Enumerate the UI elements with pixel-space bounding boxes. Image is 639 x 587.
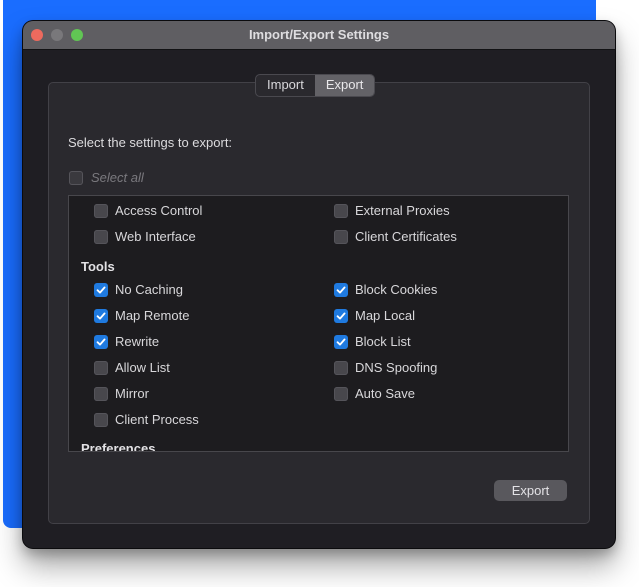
checkbox-allow-list[interactable]: Allow List (94, 360, 170, 375)
checkbox-label: Allow List (115, 360, 170, 375)
instructions-label: Select the settings to export: (68, 135, 233, 150)
checkbox-rewrite[interactable]: Rewrite (94, 334, 159, 349)
section-tools-heading: Tools (81, 259, 115, 274)
checkbox-map-remote[interactable]: Map Remote (94, 308, 189, 323)
checkbox-label: Block Cookies (355, 282, 438, 297)
checkbox-label: Access Control (115, 203, 203, 218)
checkbox-web-interface[interactable]: Web Interface (94, 229, 196, 244)
checkbox-icon (69, 170, 83, 185)
checkbox-label: Map Remote (115, 308, 190, 323)
select-all-label: Select all (91, 170, 144, 185)
checkbox-icon (94, 386, 108, 401)
checkbox-client-certificates[interactable]: Client Certificates (334, 229, 457, 244)
checkbox-block-list[interactable]: Block List (334, 334, 411, 349)
import-export-tabs: Import Export (255, 74, 376, 97)
checkbox-icon (94, 412, 108, 427)
checkbox-label: Client Process (115, 412, 199, 427)
import-export-dialog: Import/Export Settings Import Export Sel… (23, 21, 615, 548)
checkmark-icon (334, 308, 348, 323)
checkbox-icon (334, 203, 348, 218)
checkbox-label: Map Local (355, 308, 415, 323)
tab-export[interactable]: Export (314, 75, 375, 96)
checkbox-icon (94, 360, 108, 375)
checkbox-icon (334, 229, 348, 244)
section-preferences-heading: Preferences (81, 441, 156, 452)
checkbox-label: Mirror (115, 386, 149, 401)
tab-import[interactable]: Import (256, 75, 315, 96)
checkbox-label: Client Certificates (355, 229, 457, 244)
checkmark-icon (94, 308, 108, 323)
checkbox-label: Block List (355, 334, 411, 349)
checkbox-auto-save[interactable]: Auto Save (334, 386, 415, 401)
title-bar[interactable]: Import/Export Settings (23, 21, 615, 50)
checkbox-map-local[interactable]: Map Local (334, 308, 415, 323)
checkbox-block-cookies[interactable]: Block Cookies (334, 282, 437, 297)
checkbox-label: DNS Spoofing (355, 360, 438, 375)
checkbox-icon (334, 386, 348, 401)
checkbox-no-caching[interactable]: No Caching (94, 282, 183, 297)
checkmark-icon (334, 334, 348, 349)
checkbox-icon (94, 203, 108, 218)
checkbox-dns-spoofing[interactable]: DNS Spoofing (334, 360, 437, 375)
checkbox-label: External Proxies (355, 203, 450, 218)
settings-list[interactable]: Access Control Web Interface External Pr… (68, 195, 569, 452)
checkmark-icon (94, 282, 108, 297)
checkbox-label: Web Interface (115, 229, 196, 244)
checkbox-label: Rewrite (115, 334, 160, 349)
checkbox-mirror[interactable]: Mirror (94, 386, 149, 401)
export-button[interactable]: Export (494, 480, 567, 501)
checkbox-label: No Caching (115, 282, 183, 297)
window-title: Import/Export Settings (248, 27, 390, 42)
checkbox-icon (94, 229, 108, 244)
checkbox-access-control[interactable]: Access Control (94, 203, 202, 218)
checkbox-icon (334, 360, 348, 375)
checkbox-label: Auto Save (355, 386, 415, 401)
checkmark-icon (94, 334, 108, 349)
select-all-checkbox[interactable]: Select all (69, 170, 144, 185)
checkbox-external-proxies[interactable]: External Proxies (334, 203, 450, 218)
checkmark-icon (334, 282, 348, 297)
checkbox-client-process[interactable]: Client Process (94, 412, 199, 427)
